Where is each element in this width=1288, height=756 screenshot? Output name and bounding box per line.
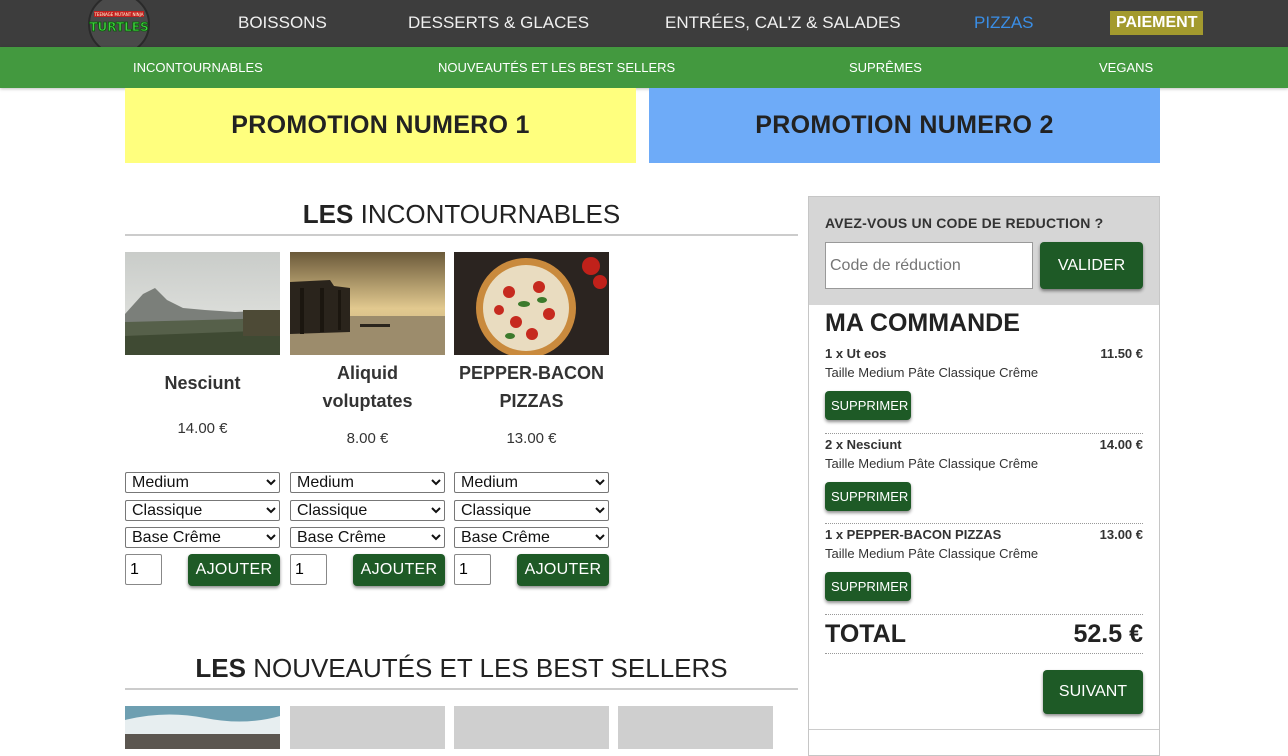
- promotion-banner-2[interactable]: PROMOTION NUMERO 2: [649, 88, 1160, 163]
- product-name: PEPPER-BACON PIZZAS: [458, 363, 605, 411]
- dough-select[interactable]: Classique: [290, 500, 445, 521]
- dough-select[interactable]: Classique: [125, 500, 280, 521]
- order-line-details: Taille Medium Pâte Classique Crême: [825, 365, 1039, 380]
- order-line-price: 11.50 €: [1100, 346, 1143, 361]
- top-navbar: TEENAGE MUTANT NINJA TURTLES BOISSONS DE…: [0, 0, 1288, 55]
- product-image-placeholder[interactable]: [618, 706, 773, 749]
- order-title: MA COMMANDE: [825, 309, 1020, 337]
- divider: [825, 614, 1143, 615]
- turtles-logo[interactable]: TEENAGE MUTANT NINJA TURTLES: [86, 0, 152, 55]
- base-select[interactable]: Base Crême: [125, 527, 280, 548]
- add-to-cart-button[interactable]: AJOUTER: [353, 554, 445, 586]
- remove-item-button[interactable]: SUPPRIMER: [825, 572, 911, 601]
- total-label: TOTAL: [825, 620, 907, 648]
- remove-item-button[interactable]: SUPPRIMER: [825, 391, 911, 420]
- order-line-price: 13.00 €: [1099, 527, 1143, 542]
- subnav-incontournables[interactable]: INCONTOURNABLES: [133, 60, 263, 75]
- coupon-panel: AVEZ-VOUS UN CODE DE REDUCTION ? VALIDER: [809, 197, 1159, 305]
- product-price: 13.00 €: [506, 430, 557, 447]
- base-select[interactable]: Base Crême: [290, 527, 445, 548]
- product-image-pizza[interactable]: [454, 252, 609, 355]
- total-value: 52.5 €: [1073, 620, 1143, 648]
- product-name: Aliquid voluptates: [322, 363, 413, 411]
- logo-text: TURTLES: [89, 20, 148, 34]
- product-image-mountain[interactable]: [125, 252, 280, 355]
- add-to-cart-button[interactable]: AJOUTER: [517, 554, 609, 586]
- product-name: Nesciunt: [164, 373, 241, 393]
- product-image-sea[interactable]: [125, 706, 280, 749]
- nav-paiement-button[interactable]: PAIEMENT: [1110, 11, 1204, 35]
- order-line-title: 2 x Nesciunt: [825, 437, 902, 452]
- size-select[interactable]: Medium: [290, 472, 445, 493]
- subnav-supremes[interactable]: SUPRÊMES: [849, 60, 922, 75]
- section-title-nouveautes: LES NOUVEAUTÉS ET LES BEST SELLERS: [125, 653, 798, 690]
- pizza-category-subnav: INCONTOURNABLES NOUVEAUTÉS ET LES BEST S…: [0, 47, 1288, 88]
- section-title-name: NOUVEAUTÉS ET LES BEST SELLERS: [253, 653, 728, 683]
- order-line-price: 14.00 €: [1099, 437, 1143, 452]
- nav-desserts-glaces[interactable]: DESSERTS & GLACES: [408, 13, 589, 33]
- size-select[interactable]: Medium: [454, 472, 609, 493]
- subnav-vegans[interactable]: VEGANS: [1099, 60, 1153, 75]
- section-title-incontournables: LES INCONTOURNABLES: [125, 199, 798, 236]
- divider: [825, 523, 1143, 524]
- logo-subtext: TEENAGE MUTANT NINJA: [93, 12, 143, 17]
- section-title-prefix: LES: [195, 653, 246, 683]
- product-price: 8.00 €: [346, 430, 389, 447]
- size-select[interactable]: Medium: [125, 472, 280, 493]
- remove-item-button[interactable]: SUPPRIMER: [825, 482, 911, 511]
- nav-pizzas[interactable]: PIZZAS: [974, 13, 1034, 33]
- nav-boissons[interactable]: BOISSONS: [238, 13, 327, 33]
- section-title-prefix: LES: [302, 199, 354, 229]
- order-line-title: 1 x PEPPER-BACON PIZZAS: [825, 527, 1002, 542]
- divider: [809, 729, 1159, 730]
- coupon-question: AVEZ-VOUS UN CODE DE REDUCTION ?: [825, 215, 1104, 231]
- base-select[interactable]: Base Crême: [454, 527, 609, 548]
- divider: [825, 653, 1143, 654]
- dough-select[interactable]: Classique: [454, 500, 609, 521]
- subnav-nouveautes[interactable]: NOUVEAUTÉS ET LES BEST SELLERS: [438, 60, 675, 75]
- product-card: Aliquid voluptates 8.00 € Medium Classiq…: [290, 252, 445, 592]
- quantity-input[interactable]: [290, 554, 327, 585]
- validate-coupon-button[interactable]: VALIDER: [1040, 242, 1143, 289]
- coupon-code-input[interactable]: [825, 242, 1033, 289]
- product-image-placeholder[interactable]: [290, 706, 445, 749]
- order-line-details: Taille Medium Pâte Classique Crême: [825, 456, 1039, 471]
- quantity-input[interactable]: [454, 554, 491, 585]
- order-line-title: 1 x Ut eos: [825, 346, 887, 361]
- product-card: Nesciunt 14.00 € Medium Classique Base C…: [125, 252, 280, 592]
- product-image-pier[interactable]: [290, 252, 445, 355]
- add-to-cart-button[interactable]: AJOUTER: [188, 554, 280, 586]
- section-title-name: INCONTOURNABLES: [360, 199, 621, 229]
- product-price: 14.00 €: [177, 420, 228, 437]
- nav-entrees-calz-salades[interactable]: ENTRÉES, CAL'Z & SALADES: [665, 13, 901, 33]
- next-button[interactable]: SUIVANT: [1043, 670, 1143, 714]
- promotion-banner-1[interactable]: PROMOTION NUMERO 1: [125, 88, 636, 163]
- order-sidebar: AVEZ-VOUS UN CODE DE REDUCTION ? VALIDER…: [808, 196, 1160, 756]
- product-image-placeholder[interactable]: [454, 706, 609, 749]
- order-line-details: Taille Medium Pâte Classique Crême: [825, 546, 1039, 561]
- divider: [825, 433, 1143, 434]
- quantity-input[interactable]: [125, 554, 162, 585]
- product-card: PEPPER-BACON PIZZAS 13.00 € Medium Class…: [454, 252, 609, 592]
